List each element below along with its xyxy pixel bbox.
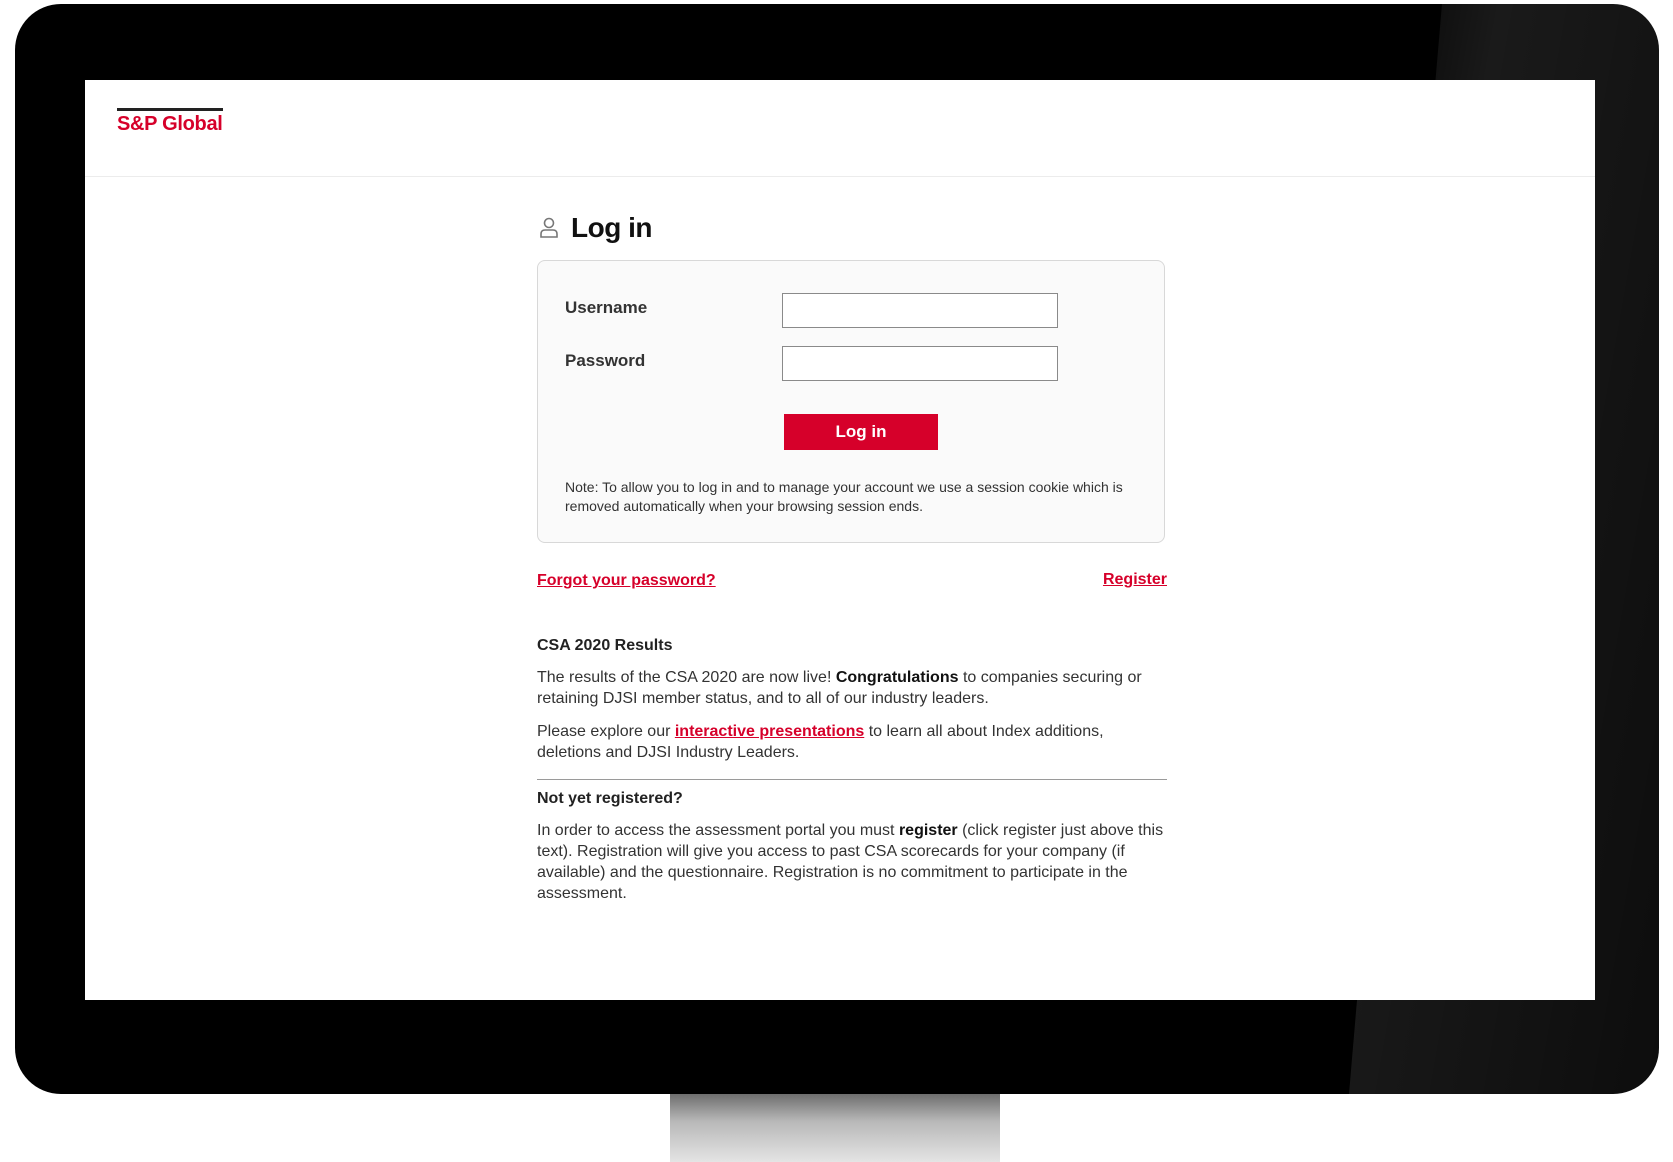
csa-paragraph-2: Please explore our interactive presentat… xyxy=(537,721,1167,763)
brand-logo[interactable]: S&P Global xyxy=(117,108,223,136)
user-icon xyxy=(540,217,558,238)
page-title: Log in xyxy=(571,212,652,243)
csa-p2-start: Please explore our xyxy=(537,723,675,740)
not-registered-p-start: In order to access the assessment portal… xyxy=(537,822,899,839)
congratulations-text: Congratulations xyxy=(835,669,959,686)
screen: S&P Global Log in Username Password Log … xyxy=(85,80,1595,1000)
not-registered-paragraph: In order to access the assessment portal… xyxy=(537,820,1167,904)
not-registered-heading: Not yet registered? xyxy=(537,790,683,807)
login-content: Log in Username Password Log in Note: To… xyxy=(537,208,1167,904)
forgot-password-link[interactable]: Forgot your password? xyxy=(537,572,716,590)
password-label: Password xyxy=(565,351,646,370)
register-bold-text: register xyxy=(898,822,958,839)
csa-heading: CSA 2020 Results xyxy=(537,637,673,654)
login-title-row: Log in xyxy=(537,208,1167,248)
header: S&P Global xyxy=(85,80,1595,177)
register-link[interactable]: Register xyxy=(1103,571,1167,589)
password-input[interactable] xyxy=(782,346,1058,381)
username-input[interactable] xyxy=(782,293,1058,328)
section-divider xyxy=(537,779,1167,780)
monitor-stand xyxy=(670,1094,1000,1162)
cookie-note: Note: To allow you to log in and to mana… xyxy=(565,479,1123,514)
not-registered-section: Not yet registered? In order to access t… xyxy=(537,790,1167,904)
csa-p1-start: The results of the CSA 2020 are now live… xyxy=(537,669,836,686)
username-label: Username xyxy=(565,298,648,317)
auth-links: Forgot your password? Register xyxy=(537,571,1167,601)
login-form: Username Password Log in Note: To allow … xyxy=(537,260,1165,543)
interactive-presentations-link[interactable]: interactive presentations xyxy=(675,723,864,740)
csa-section: CSA 2020 Results The results of the CSA … xyxy=(537,637,1167,763)
csa-paragraph-1: The results of the CSA 2020 are now live… xyxy=(537,667,1167,709)
login-button[interactable]: Log in xyxy=(784,414,938,450)
